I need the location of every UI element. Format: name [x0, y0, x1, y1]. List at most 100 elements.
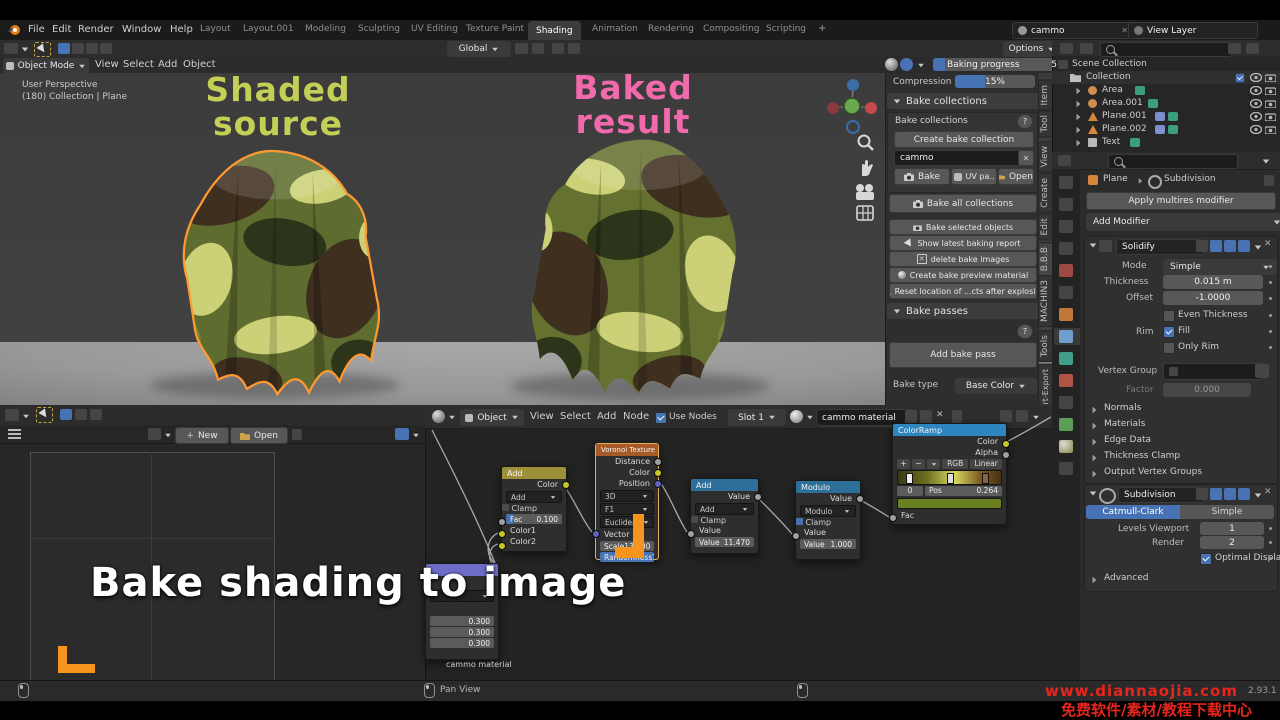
cloth-shaded-source[interactable] [128, 140, 423, 400]
value-slider[interactable]: Value1.000 [800, 539, 856, 549]
help-button-2[interactable]: ? [1017, 324, 1033, 339]
shader-editor-type-icon[interactable] [432, 410, 445, 423]
scene-selector[interactable]: cammo ✕ [1012, 22, 1134, 39]
snap-icon[interactable] [1000, 410, 1012, 422]
animate-dot[interactable] [1269, 527, 1272, 530]
clear-name-button[interactable]: ✕ [1018, 150, 1034, 166]
scene-properties-tab-icon[interactable] [1059, 286, 1073, 299]
n-panel-tab-item[interactable]: Item [1038, 80, 1053, 111]
bake-button[interactable]: Bake [894, 168, 950, 185]
uv-pack-button[interactable]: UV pa.. [951, 168, 997, 185]
eye-icon[interactable] [1250, 86, 1262, 95]
socket-fac-in[interactable] [889, 514, 897, 522]
object-properties-tab-icon[interactable] [1059, 308, 1073, 321]
constraints-properties-tab-icon[interactable] [1059, 396, 1073, 409]
chevron-down-icon[interactable] [165, 434, 171, 438]
hamburger-menu-icon[interactable] [8, 429, 21, 431]
chevron-down-icon[interactable] [1033, 416, 1039, 420]
material-properties-tab-icon[interactable] [1059, 440, 1073, 453]
socket-value-in[interactable] [687, 530, 695, 538]
collapse-icon[interactable] [1090, 244, 1096, 248]
animate-dot[interactable] [1269, 557, 1272, 560]
tool-icon-2[interactable] [72, 43, 84, 54]
tool-icon-4[interactable] [100, 43, 112, 54]
object-mode-dropdown[interactable]: Object Mode [3, 58, 89, 74]
tool-icon-1[interactable] [58, 43, 70, 54]
data-properties-tab-icon[interactable] [1059, 418, 1073, 431]
node-header[interactable]: Voronoi Texture [596, 444, 658, 456]
menu-file[interactable]: File [28, 24, 45, 35]
color-stop-handle[interactable] [906, 473, 913, 484]
proportional-edit-icon[interactable] [552, 43, 564, 54]
chevron-down-icon[interactable] [1263, 160, 1269, 164]
physics-properties-tab-icon[interactable] [1059, 374, 1073, 387]
image-tool-icon-3[interactable] [90, 409, 102, 420]
value-slider[interactable]: Value11.470 [695, 537, 754, 547]
node-mix-add[interactable]: Add Color Add Clamp Fac0.100 Color1 Colo… [501, 466, 567, 552]
solidify-section-edge-data[interactable]: Edge Data [1104, 435, 1151, 445]
add-stop-button[interactable]: + [897, 459, 910, 469]
menu-edit[interactable]: Edit [52, 24, 71, 35]
socket-value-out[interactable] [754, 493, 762, 501]
expand-icon[interactable] [1093, 471, 1097, 477]
socket-value-in[interactable] [792, 532, 800, 540]
breadcrumb-modifier[interactable]: Subdivision [1164, 174, 1216, 184]
tab-layout001[interactable]: Layout.001 [243, 24, 294, 34]
show-viewport-icon[interactable] [1224, 488, 1236, 500]
pin-icon[interactable] [292, 429, 302, 440]
socket-fac-in[interactable] [498, 518, 506, 526]
render-properties-tab-icon[interactable] [1059, 198, 1073, 211]
image-browse-icon[interactable] [148, 428, 161, 440]
chevron-down-icon[interactable] [23, 415, 29, 419]
image-editor-type-icon[interactable] [5, 409, 19, 421]
color-stop-handle[interactable] [982, 473, 989, 484]
render-camera-icon[interactable] [1265, 99, 1276, 108]
feature-dropdown[interactable]: F1 [600, 503, 654, 515]
operation-dropdown[interactable]: Add [695, 503, 754, 515]
section-bake-collections[interactable]: Bake collections [887, 93, 1048, 109]
n-panel-tab-machin3[interactable]: MACHIN3 [1038, 275, 1053, 327]
cloth-baked-result[interactable] [485, 128, 795, 400]
node-voronoi-texture[interactable]: Voronoi Texture Distance Color Position … [595, 443, 659, 560]
animate-dot[interactable] [1269, 281, 1272, 284]
n-panel-tab-tool[interactable]: Tool [1038, 110, 1053, 137]
socket-color2-in[interactable] [498, 542, 506, 550]
n-panel-tab-view[interactable]: View [1038, 141, 1053, 172]
expand-icon[interactable] [1077, 88, 1081, 94]
shading-solid-icon[interactable] [885, 58, 898, 71]
socket-color-out[interactable] [562, 481, 570, 489]
render-camera-icon[interactable] [1265, 125, 1276, 134]
node-menu-view[interactable]: View [530, 411, 554, 422]
subdiv-section-advanced[interactable]: Advanced [1104, 573, 1148, 583]
scene-unlink-icon[interactable]: ✕ [1121, 26, 1128, 35]
close-modifier-icon[interactable]: ✕ [1264, 487, 1272, 497]
expand-icon[interactable] [1093, 455, 1097, 461]
chevron-down-icon[interactable] [807, 416, 813, 420]
editor-type-chevron-icon[interactable] [22, 48, 28, 52]
clamp-checkbox[interactable]: Clamp [502, 504, 566, 513]
invert-vertex-group-icon[interactable] [1255, 364, 1269, 378]
animate-dot[interactable] [1269, 314, 1272, 317]
unlink-material-icon[interactable]: ✕ [936, 410, 944, 420]
pan-hand-icon[interactable] [856, 158, 876, 178]
extras-chevron-icon[interactable] [1255, 494, 1261, 498]
render-camera-icon[interactable] [1265, 73, 1276, 82]
pin-icon[interactable] [1264, 175, 1274, 186]
color-mode-dropdown[interactable]: RGB [942, 459, 968, 469]
remove-stop-button[interactable]: − [912, 459, 925, 469]
node-header[interactable]: Add [691, 479, 758, 491]
subdivision-name-field[interactable]: Subdivision [1118, 487, 1204, 503]
blend-mode-dropdown[interactable]: Add [506, 491, 562, 503]
n-panel-tab-create[interactable]: Create [1038, 173, 1053, 213]
operation-dropdown[interactable]: Modulo [800, 505, 856, 517]
create-bake-collection-button[interactable]: Create bake collection [894, 131, 1034, 148]
new-image-button[interactable]: +New [175, 427, 229, 444]
expand-icon[interactable] [1093, 439, 1097, 445]
n-panel-tab-edit[interactable]: Edit [1038, 213, 1053, 240]
show-in-editmode-icon[interactable] [1196, 488, 1208, 500]
vertex-group-field[interactable] [1163, 363, 1263, 380]
expand-icon[interactable] [1077, 127, 1081, 133]
falloff-icon[interactable] [568, 43, 580, 54]
texture-properties-tab-icon[interactable] [1059, 462, 1073, 475]
interpolation-dropdown[interactable]: Linear [970, 459, 1002, 469]
